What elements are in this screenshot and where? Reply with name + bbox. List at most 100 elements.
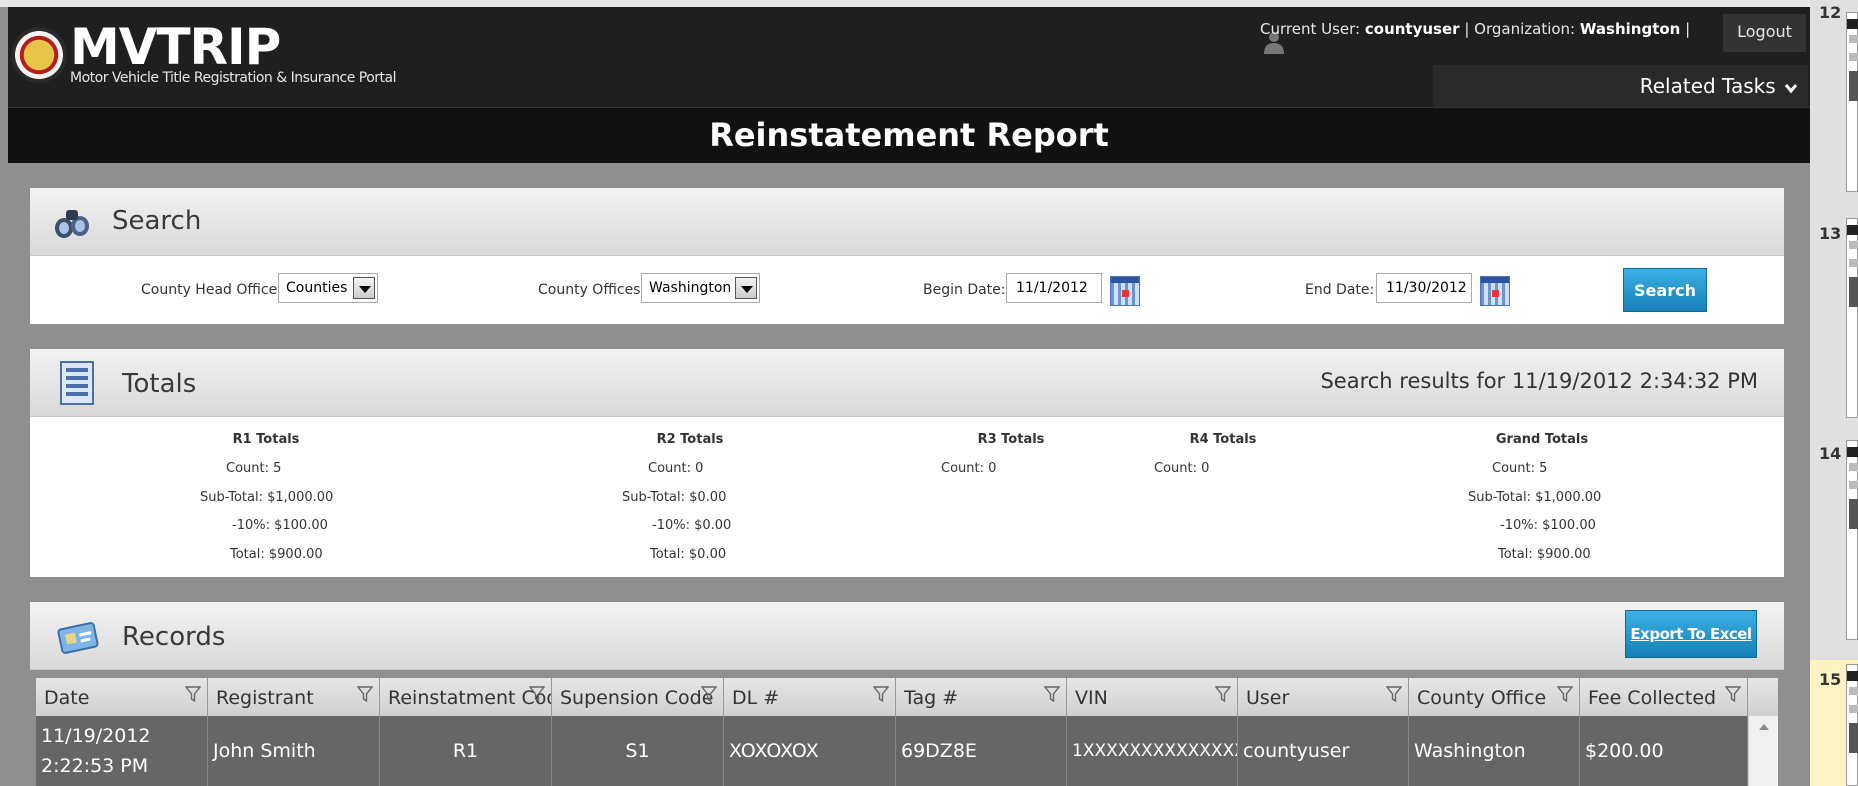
organization-label: | Organization: (1464, 20, 1576, 38)
calendar-icon[interactable] (1480, 276, 1510, 306)
records-panel-header: Records Export To Excel (30, 602, 1784, 670)
filter-icon[interactable] (1215, 686, 1231, 702)
calendar-icon[interactable] (1110, 276, 1140, 306)
page-thumbnail[interactable] (1846, 440, 1858, 640)
r2-discount: -10%: $0.00 (652, 518, 732, 533)
search-form: County Head Office Counties County Offic… (30, 256, 1784, 324)
thumbnail-number[interactable]: 15 (1819, 670, 1841, 689)
page-thumbnail[interactable] (1846, 664, 1858, 786)
cell-suspension-code: S1 (552, 716, 724, 786)
grand-subtotal: Sub-Total: $1,000.00 (1468, 490, 1602, 505)
filter-icon[interactable] (357, 686, 373, 702)
grand-discount: -10%: $100.00 (1500, 518, 1596, 533)
thumbnail-number[interactable]: 14 (1819, 444, 1841, 463)
r3-count: Count: 0 (941, 461, 997, 476)
column-header-fee-collected[interactable]: Fee Collected (1580, 678, 1748, 716)
column-header-registrant[interactable]: Registrant (208, 678, 380, 716)
state-seal-icon (11, 27, 67, 83)
current-user-label: Current User: (1260, 20, 1361, 38)
filter-icon[interactable] (185, 686, 201, 702)
totals-panel-title: Totals (122, 369, 197, 399)
records-grid: Date Registrant Reinstatment Code Supens… (36, 678, 1778, 786)
header-separator: | (1685, 20, 1691, 38)
county-head-office-label: County Head Office (141, 282, 278, 298)
search-button[interactable]: Search (1623, 268, 1707, 312)
page-thumbnail[interactable] (1846, 218, 1858, 418)
column-header-tag[interactable]: Tag # (896, 678, 1067, 716)
filter-icon[interactable] (701, 686, 717, 702)
begin-date-label: Begin Date: (923, 282, 1006, 298)
r2-total: Total: $0.00 (650, 547, 727, 562)
county-offices-label: County Offices (538, 282, 641, 298)
organization-name: Washington (1579, 20, 1681, 38)
column-header-user[interactable]: User (1238, 678, 1409, 716)
chevron-down-icon (1784, 83, 1798, 93)
cell-registrant: John Smith (208, 716, 380, 786)
cell-tag: 69DZ8E (896, 716, 1067, 786)
related-tasks-menu[interactable]: Related Tasks (1433, 65, 1808, 107)
filter-icon[interactable] (873, 686, 889, 702)
current-user-info: Current User: countyuser | Organization:… (1260, 20, 1690, 38)
app-logo[interactable]: MVTRIP (70, 22, 281, 72)
page-thumbnail-strip: 12 13 14 15 (1810, 0, 1858, 786)
app-subtitle: Motor Vehicle Title Registration & Insur… (70, 70, 396, 86)
search-results-timestamp: Search results for 11/19/2012 2:34:32 PM (1320, 369, 1758, 393)
grid-scrollbar[interactable] (1748, 716, 1778, 786)
totals-summary: R1 Totals Count: 5 Sub-Total: $1,000.00 … (30, 417, 1784, 577)
report-list-icon (60, 361, 94, 405)
page-thumbnail[interactable] (1846, 12, 1858, 192)
county-offices-value: Washington (649, 280, 732, 296)
column-header-reinstatement-code[interactable]: Reinstatment Code (380, 678, 552, 716)
search-panel-title: Search (112, 206, 202, 236)
grand-total: Total: $900.00 (1498, 547, 1591, 562)
r4-count: Count: 0 (1154, 461, 1210, 476)
records-grid-header: Date Registrant Reinstatment Code Supens… (36, 678, 1778, 716)
column-header-vin[interactable]: VIN (1067, 678, 1238, 716)
column-header-county-office[interactable]: County Office (1409, 678, 1580, 716)
related-tasks-label: Related Tasks (1639, 74, 1776, 98)
county-head-office-value: Counties (286, 280, 348, 296)
thumbnail-number[interactable]: 13 (1819, 224, 1841, 243)
county-head-office-select[interactable]: Counties (278, 273, 378, 303)
r2-totals-caption: R2 Totals (656, 432, 724, 447)
county-offices-select[interactable]: Washington (641, 273, 760, 303)
cell-user: countyuser (1238, 716, 1409, 786)
begin-date-input[interactable]: 11/1/2012 (1006, 273, 1102, 303)
dropdown-arrow-icon[interactable] (735, 277, 757, 299)
id-card-icon (57, 622, 99, 654)
grand-count: Count: 5 (1492, 461, 1548, 476)
end-date-label: End Date: (1305, 282, 1375, 298)
app-header: MVTRIP Motor Vehicle Title Registration … (8, 7, 1810, 107)
cell-reinstatement-code: R1 (380, 716, 552, 786)
cell-dl: XOXOXOX (724, 716, 896, 786)
r1-totals-caption: R1 Totals (232, 432, 300, 447)
grand-totals-caption: Grand Totals (1495, 432, 1589, 447)
filter-icon[interactable] (1044, 686, 1060, 702)
logout-button[interactable]: Logout (1723, 14, 1806, 52)
export-to-excel-button[interactable]: Export To Excel (1625, 610, 1757, 658)
totals-panel-header: Totals Search results for 11/19/2012 2:3… (30, 349, 1784, 417)
column-header-date[interactable]: Date (36, 678, 208, 716)
table-row[interactable]: 11/19/2012 2:22:53 PM John Smith R1 S1 X… (36, 716, 1778, 786)
search-panel-header: Search (30, 188, 1784, 256)
filter-icon[interactable] (1725, 686, 1741, 702)
filter-icon[interactable] (529, 686, 545, 702)
thumbnail-number[interactable]: 12 (1819, 3, 1841, 22)
records-panel-title: Records (122, 622, 226, 652)
filter-icon[interactable] (1557, 686, 1573, 702)
r1-total: Total: $900.00 (230, 547, 323, 562)
cell-fee-collected: $200.00 (1580, 716, 1748, 786)
filter-icon[interactable] (1386, 686, 1402, 702)
column-header-dl[interactable]: DL # (724, 678, 896, 716)
window-top-strip (0, 0, 1810, 7)
application-window: MVTRIP Motor Vehicle Title Registration … (0, 0, 1810, 786)
r2-subtotal: Sub-Total: $0.00 (622, 490, 727, 505)
column-header-suspension-code[interactable]: Supension Code (552, 678, 724, 716)
current-user-name: countyuser (1364, 20, 1460, 38)
end-date-input[interactable]: 11/30/2012 (1376, 273, 1472, 303)
cell-county-office: Washington (1409, 716, 1580, 786)
r1-subtotal: Sub-Total: $1,000.00 (200, 490, 334, 505)
r4-totals-caption: R4 Totals (1189, 432, 1257, 447)
dropdown-arrow-icon[interactable] (353, 277, 375, 299)
r2-count: Count: 0 (648, 461, 704, 476)
